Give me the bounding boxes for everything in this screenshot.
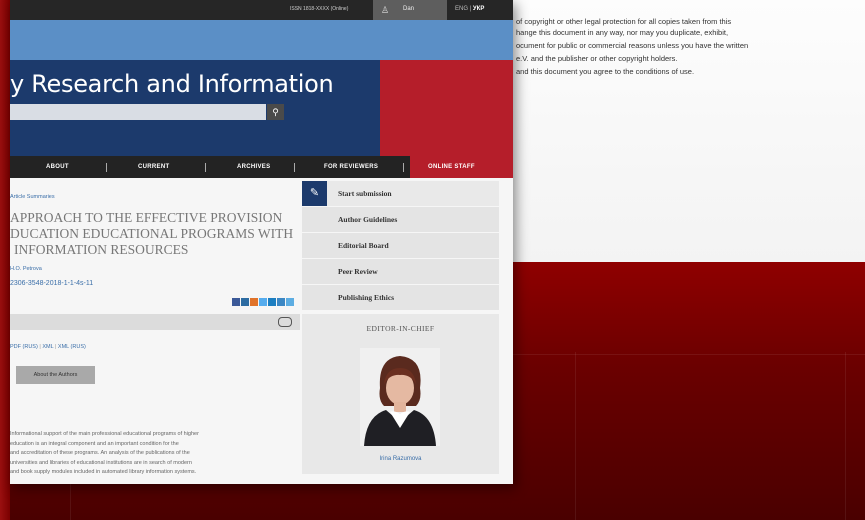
site-title[interactable]: y Research and Information [10,70,334,98]
bg-line [575,352,576,520]
nav-item-for-reviewers[interactable]: FOR REVIEWERS [324,156,378,178]
nav-separator [205,163,206,172]
nav-item-about[interactable]: ABOUT [46,156,69,178]
nav-item-online-staff[interactable]: ONLINE STAFF [428,156,475,178]
sidebar-item-label: Author Guidelines [338,215,398,224]
user-menu[interactable]: ♙ Dan [373,0,447,20]
background-left-strip [0,0,10,520]
sidebar-item-author-guidelines[interactable]: Author Guidelines [302,207,499,232]
main-nav: ABOUT CURRENT ARCHIVES FOR REVIEWERS ONLINE … [10,156,513,178]
nav-item-current[interactable]: CURRENT [138,156,169,178]
share-buttons [232,298,295,306]
background-document: of copyright or other legal protection f… [500,0,865,262]
editor-name[interactable]: Irina Razumova [302,456,499,462]
background-doc-line: ocument for public or commercial reasons… [516,41,749,50]
language-switcher[interactable]: ENG | УКР [455,6,484,12]
nav-item-archives[interactable]: ARCHIVES [237,156,270,178]
abstract-line: and accreditation of these programs. An … [10,450,190,456]
submission-icon: ✎ [302,181,327,206]
issn-text: ISSN 1818-XXXX (Online) [290,6,349,12]
search-input[interactable] [10,104,266,120]
abstract-line: education is an integral component and a… [10,440,179,447]
nav-separator [294,163,295,172]
article-doi[interactable]: 2306-3548-2018-1-1-4s-11 [10,280,93,287]
top-bar: ISSN 1818-XXXX (Online) ♙ Dan ENG | УКР [10,0,513,20]
user-icon: ♙ [381,5,390,15]
search-icon: ⚲ [272,107,279,117]
journal-page: ISSN 1818-XXXX (Online) ♙ Dan ENG | УКР … [10,0,513,484]
editor-photo [360,348,440,446]
article-title-line: DUCATION EDUCATIONAL PROGRAMS WITH [10,226,294,241]
article-abstract: Informational support of the main profes… [10,430,300,478]
sidebar-item-editorial-board[interactable]: Editorial Board [302,233,499,258]
share-icon[interactable] [232,298,240,306]
share-icon[interactable] [241,298,249,306]
share-icon[interactable] [268,298,276,306]
format-link[interactable]: PDF (RUS) [10,344,38,350]
share-icon[interactable] [286,298,294,306]
sidebar-item-label: Publishing Ethics [338,293,395,302]
abstract-line: Informational support of the main profes… [10,431,199,437]
article-title: APPROACH TO THE EFFECTIVE PROVISION DUCAT… [10,210,300,258]
sidebar-item-publishing-ethics[interactable]: Publishing Ethics [302,285,499,310]
sidebar-item-label: Peer Review [338,267,378,276]
header-strip [10,20,513,60]
sidebar-item-label: Start submission [338,189,392,198]
format-links: PDF (RUS) | XML | XML (RUS) [10,344,86,350]
format-link[interactable]: XML (RUS) [58,344,86,350]
sidebar-item-label: Editorial Board [338,241,389,250]
abstract-line: and book supply modules included in auto… [10,469,197,475]
nav-separator [106,163,107,172]
editor-in-chief-box: EDITOR-IN-CHIEF Irina Razumova [302,314,499,474]
article-author[interactable]: H.O. Petrova [10,266,42,272]
article-title-line: APPROACH TO THE EFFECTIVE PROVISION [10,210,283,225]
sidebar-item-peer-review[interactable]: Peer Review [302,259,499,284]
search-button[interactable]: ⚲ [267,104,284,120]
lang-ukr[interactable]: УКР [473,6,484,12]
editor-portrait [360,348,440,446]
background-doc-line: e.V. and the publisher or other copyrigh… [516,54,678,63]
breadcrumb[interactable]: Article Summaries [10,194,55,200]
share-icon[interactable] [277,298,285,306]
background-doc-line: hange this document in any way, nor may … [516,28,729,37]
edit-icon[interactable] [278,317,292,327]
user-name: Dan [403,6,415,12]
header-red-block [380,60,513,156]
about-authors-button[interactable]: About the Authors [16,366,95,384]
nav-separator [403,163,404,172]
abstract-line: universities and libraries of educationa… [10,459,192,466]
sidebar-item-start-submission[interactable]: ✎ Start submission [302,181,499,206]
lang-eng[interactable]: ENG [455,6,468,12]
article-title-line: INFORMATION RESOURCES [14,242,189,257]
background-doc-line: of copyright or other legal protection f… [516,17,732,26]
share-icon[interactable] [250,298,258,306]
share-icon[interactable] [259,298,267,306]
article-toolbar [10,314,300,330]
editor-heading: EDITOR-IN-CHIEF [366,324,435,333]
bg-line [845,352,846,520]
format-link[interactable]: XML [42,344,53,350]
background-doc-line: and this document you agree to the condi… [516,67,695,76]
